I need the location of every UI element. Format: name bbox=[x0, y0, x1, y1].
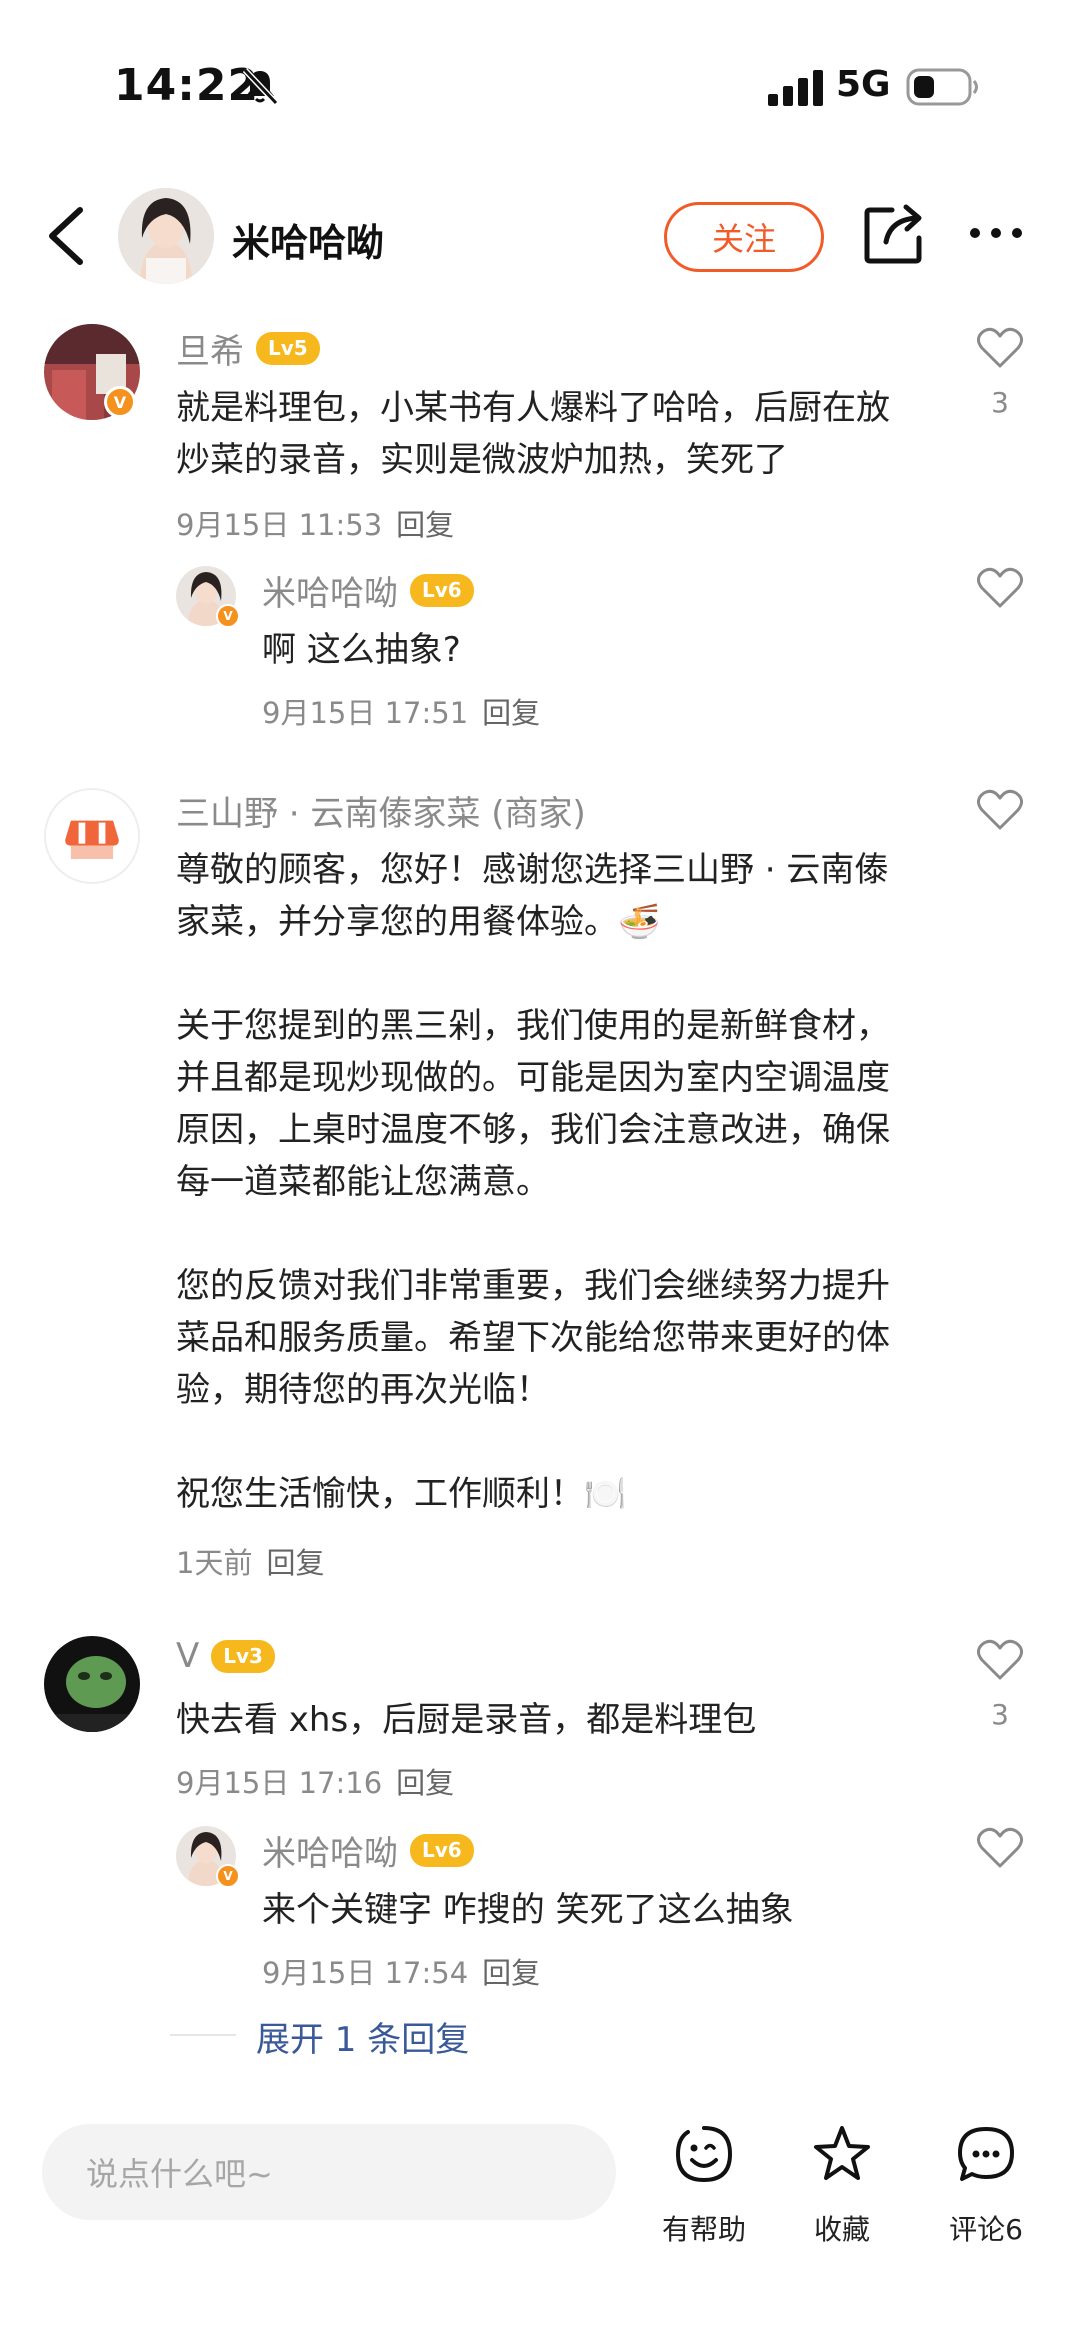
comment-meta: 1天前 回复 bbox=[176, 1540, 324, 1582]
merchant-name[interactable]: 三山野 · 云南傣家菜 (商家) bbox=[176, 786, 586, 835]
verified-badge: V bbox=[104, 386, 136, 418]
helpful-label: 有帮助 bbox=[661, 2213, 746, 2246]
comment-text: 尊敬的顾客，您好！感谢您选择三山野 · 云南傣 家菜，并分享您的用餐体验。🍜 关… bbox=[176, 850, 890, 1514]
reply-button[interactable]: 回复 bbox=[482, 696, 540, 730]
commenter-name[interactable]: 旦希 Lv5 bbox=[176, 324, 320, 373]
like-heart-icon[interactable] bbox=[976, 1826, 1024, 1870]
comment-date: 9月15日 17:16 bbox=[176, 1766, 383, 1800]
username-text: 三山野 · 云南傣家菜 (商家) bbox=[176, 794, 586, 834]
verified-badge: V bbox=[216, 1864, 240, 1888]
back-arrow-icon[interactable] bbox=[44, 204, 88, 268]
favorite-button[interactable]: 收藏 bbox=[782, 2124, 902, 2254]
share-icon[interactable] bbox=[864, 202, 924, 264]
username-text: 旦希 bbox=[176, 332, 244, 372]
reply-date: 9月15日 17:51 bbox=[262, 696, 469, 730]
expand-replies-link[interactable]: 展开 1 条回复 bbox=[256, 2012, 469, 2061]
like-heart-icon[interactable] bbox=[976, 326, 1024, 370]
comment-text: 就是料理包，小某书有人爆料了哈哈，后厨在放 炒菜的录音，实则是微波炉加热，笑死了 bbox=[176, 388, 890, 480]
post-header: 米哈哈呦 关注 bbox=[0, 180, 1080, 290]
star-icon bbox=[814, 2126, 870, 2180]
author-name[interactable]: 米哈哈呦 bbox=[232, 212, 384, 267]
battery-icon bbox=[906, 68, 978, 106]
helpful-button[interactable]: 有帮助 bbox=[644, 2124, 764, 2254]
level-badge: Lv3 bbox=[211, 1639, 275, 1673]
comment-date: 9月15日 11:53 bbox=[176, 508, 383, 542]
commenter-name[interactable]: V Lv3 bbox=[176, 1636, 275, 1676]
expand-divider bbox=[170, 2034, 236, 2036]
comment-input[interactable]: 说点什么吧~ bbox=[42, 2124, 616, 2220]
author-avatar[interactable] bbox=[118, 188, 214, 284]
more-options-icon[interactable] bbox=[968, 226, 1024, 240]
like-count: 3 bbox=[991, 386, 1009, 419]
reply-text: 来个关键字 咋搜的 笑死了这么抽象 bbox=[262, 1890, 794, 1930]
comment-date: 1天前 bbox=[176, 1546, 253, 1580]
follow-button[interactable]: 关注 bbox=[664, 202, 824, 272]
like-heart-icon[interactable] bbox=[976, 1638, 1024, 1682]
like-heart-icon[interactable] bbox=[976, 788, 1024, 832]
reply-button[interactable]: 回复 bbox=[396, 508, 454, 542]
reply-button[interactable]: 回复 bbox=[266, 1546, 324, 1580]
username-text: 米哈哈呦 bbox=[262, 574, 398, 614]
username-text: V bbox=[176, 1636, 200, 1676]
status-bar: 14:22 5G bbox=[0, 0, 1080, 170]
mute-bell-icon bbox=[242, 67, 279, 106]
favorite-label: 收藏 bbox=[813, 2213, 870, 2246]
reply-meta: 9月15日 17:51 回复 bbox=[262, 690, 540, 732]
reply-author-name[interactable]: 米哈哈呦 Lv6 bbox=[262, 566, 474, 615]
signal-icon bbox=[768, 70, 823, 106]
comments-button[interactable]: 评论6 bbox=[926, 2124, 1046, 2254]
chat-bubble-icon bbox=[958, 2127, 1014, 2181]
comment-text: 快去看 xhs，后厨是录音，都是料理包 bbox=[176, 1700, 757, 1740]
username-text: 米哈哈呦 bbox=[262, 1834, 398, 1874]
reply-button[interactable]: 回复 bbox=[396, 1766, 454, 1800]
level-badge: Lv6 bbox=[410, 1834, 474, 1867]
comment-meta: 9月15日 17:16 回复 bbox=[176, 1760, 454, 1802]
like-count: 3 bbox=[991, 1698, 1009, 1731]
verified-badge: V bbox=[216, 604, 240, 628]
reply-date: 9月15日 17:54 bbox=[262, 1956, 469, 1990]
status-time: 14:22 bbox=[114, 60, 260, 111]
comment-meta: 9月15日 11:53 回复 bbox=[176, 502, 454, 544]
reply-button[interactable]: 回复 bbox=[482, 1956, 540, 1990]
level-badge: Lv5 bbox=[256, 332, 320, 365]
reply-meta: 9月15日 17:54 回复 bbox=[262, 1950, 540, 1992]
network-type: 5G bbox=[836, 64, 891, 105]
bottom-action-bar: 说点什么吧~ 有帮助 收藏 评论6 bbox=[0, 2100, 1080, 2348]
level-badge: Lv6 bbox=[410, 574, 474, 607]
comments-label: 评论6 bbox=[949, 2213, 1023, 2246]
like-heart-icon[interactable] bbox=[976, 566, 1024, 610]
smiley-icon bbox=[675, 2126, 733, 2183]
reply-text: 啊 这么抽象? bbox=[262, 630, 461, 670]
reply-author-name[interactable]: 米哈哈呦 Lv6 bbox=[262, 1826, 474, 1875]
commenter-avatar[interactable] bbox=[44, 1636, 140, 1732]
merchant-avatar[interactable] bbox=[44, 788, 140, 884]
